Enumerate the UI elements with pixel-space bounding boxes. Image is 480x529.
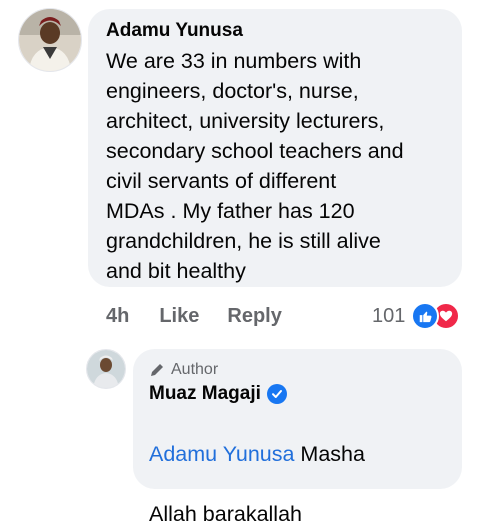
comment-author-name[interactable]: Adamu Yunusa [106,20,243,42]
reaction-count: 101 [372,304,406,327]
verified-badge-icon [266,384,287,404]
comment-bubble: Adamu Yunusa We are 33 in numbers with e… [88,9,462,287]
author-badge: Author [149,361,218,379]
reply-author-name[interactable]: Muaz Magaji [149,383,261,405]
reply-text: Adamu Yunusa Masha Allah barakallah [149,409,449,529]
comment-actions: 4h Like Reply [106,305,282,328]
reply-text-line2: Allah barakallah [149,502,302,526]
author-badge-label: Author [171,361,219,378]
reply-text-line1: Masha [294,442,365,466]
like-button[interactable]: Like [159,305,199,328]
reply-author-avatar[interactable] [86,349,126,389]
reply-author-row: Muaz Magaji [149,383,287,405]
reply-mention-link[interactable]: Adamu Yunusa [149,442,294,466]
comment-time[interactable]: 4h [106,305,129,328]
commenter-avatar[interactable] [18,8,82,72]
pencil-icon [151,364,163,376]
reply-button[interactable]: Reply [227,305,281,328]
comment-text: We are 33 in numbers with engineers, doc… [106,49,404,283]
reply-bubble: Author Muaz Magaji Adamu Yunusa Masha Al… [133,349,462,526]
reaction-summary[interactable]: 101 [372,302,461,330]
